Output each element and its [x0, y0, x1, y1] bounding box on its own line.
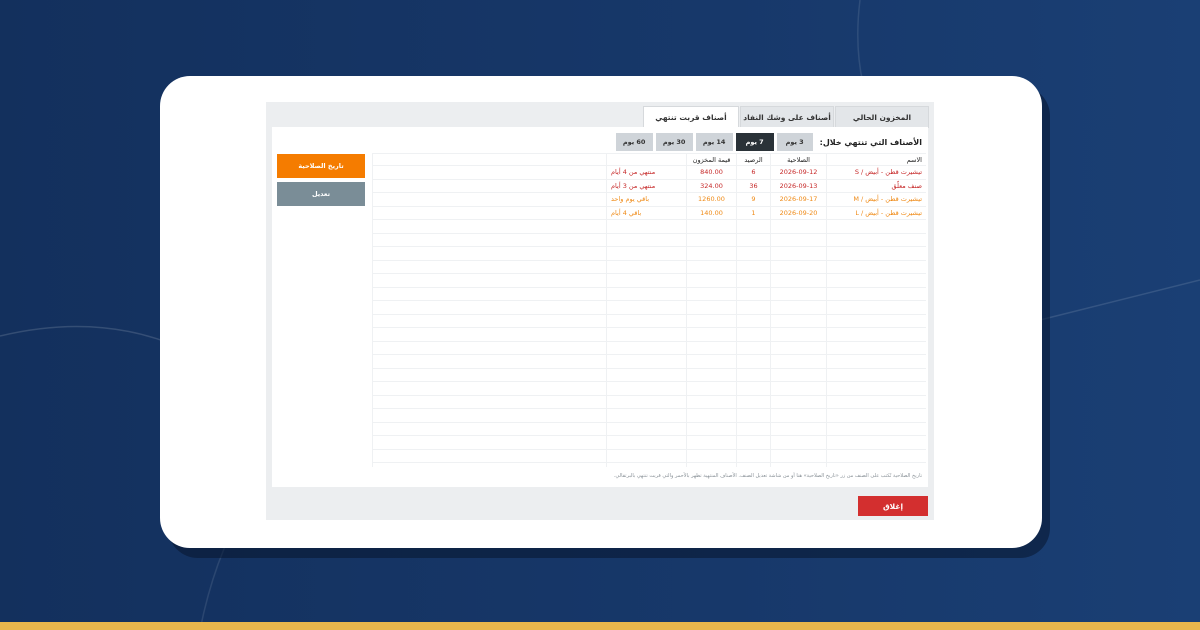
- tab-bar: المخزون الحالي أصناف على وشك النفاد أصنا…: [643, 106, 929, 128]
- tab-low-stock[interactable]: أصناف على وشك النفاد: [740, 106, 834, 128]
- empty-grid-row: [372, 327, 926, 342]
- cell-status: باقي يوم واحد: [606, 192, 687, 207]
- empty-grid-row: [372, 300, 926, 315]
- expiring-items-table: الاسم الصلاحية الرصيد قيمة المخزون تيشير…: [372, 153, 926, 467]
- inventory-dialog: المخزون الحالي أصناف على وشك النفاد أصنا…: [266, 102, 934, 520]
- empty-grid-row: [372, 313, 926, 328]
- dialog-footer: إغلاق: [266, 490, 934, 520]
- column-header-name[interactable]: الاسم: [826, 153, 926, 166]
- tab-current-stock[interactable]: المخزون الحالي: [835, 106, 929, 128]
- cell-name: تيشيرت قطن - أبيض / S: [826, 165, 926, 180]
- empty-grid-row: [372, 367, 926, 382]
- empty-grid-row: [372, 246, 926, 261]
- help-note: تاريخ الصلاحية تُكتب على الصنف من زر «تا…: [613, 473, 922, 479]
- empty-grid-row: [372, 232, 926, 247]
- filter-14-days[interactable]: 14 يوم: [695, 133, 733, 151]
- cell-expiry: 2026-09-17: [770, 192, 827, 207]
- filter-label: الأصناف التي تنتهي خلال:: [819, 137, 922, 147]
- tab-expiring-items[interactable]: أصناف قربت تنتهي: [643, 106, 739, 128]
- empty-grid-row: [372, 219, 926, 234]
- close-button[interactable]: إغلاق: [858, 496, 928, 516]
- cell-status: منتهي من 4 أيام: [606, 165, 687, 180]
- cell-status: باقي 4 أيام: [606, 205, 687, 220]
- filter-30-days[interactable]: 30 يوم: [655, 133, 693, 151]
- cell-value: 840.00: [686, 165, 737, 180]
- table-row[interactable]: صنف معلّق 2026-09-13 36 324.00 منتهي من …: [372, 178, 926, 193]
- empty-grid-row: [372, 394, 926, 409]
- filter-3-days[interactable]: 3 يوم: [776, 133, 813, 151]
- column-header-balance[interactable]: الرصيد: [736, 153, 771, 166]
- table-row[interactable]: تيشيرت قطن - أبيض / L 2026-09-20 1 140.0…: [372, 205, 926, 220]
- cell-name: صنف معلّق: [826, 178, 926, 193]
- cell-expiry: 2026-09-20: [770, 205, 827, 220]
- side-actions: تاريخ الصلاحية تعديل: [277, 154, 365, 210]
- cell-expiry: 2026-09-13: [770, 178, 827, 193]
- table-header-row: الاسم الصلاحية الرصيد قيمة المخزون: [372, 153, 926, 166]
- cell-expiry: 2026-09-12: [770, 165, 827, 180]
- cell-balance: 9: [736, 192, 771, 207]
- cell-value: 1260.00: [686, 192, 737, 207]
- cell-name: تيشيرت قطن - أبيض / L: [826, 205, 926, 220]
- empty-grid-row: [372, 340, 926, 355]
- empty-grid-row: [372, 448, 926, 463]
- table-row[interactable]: تيشيرت قطن - أبيض / S 2026-09-12 6 840.0…: [372, 165, 926, 180]
- cell-value: 324.00: [686, 178, 737, 193]
- empty-grid-row: [372, 435, 926, 450]
- empty-grid-row: [372, 462, 926, 467]
- empty-grid-row: [372, 381, 926, 396]
- cell-balance: 1: [736, 205, 771, 220]
- cell-balance: 36: [736, 178, 771, 193]
- empty-grid-row: [372, 259, 926, 274]
- column-header-spacer: [372, 153, 607, 166]
- column-header-stock-value[interactable]: قيمة المخزون: [686, 153, 737, 166]
- cell-balance: 6: [736, 165, 771, 180]
- empty-grid-row: [372, 408, 926, 423]
- table-row[interactable]: تيشيرت قطن - أبيض / M 2026-09-17 9 1260.…: [372, 192, 926, 207]
- filter-7-days[interactable]: 7 يوم: [735, 133, 774, 151]
- edit-button[interactable]: تعديل: [277, 182, 365, 206]
- cell-name: تيشيرت قطن - أبيض / M: [826, 192, 926, 207]
- cell-value: 140.00: [686, 205, 737, 220]
- cell-status: منتهي من 3 أيام: [606, 178, 687, 193]
- column-header-status: [606, 153, 687, 166]
- column-header-expiry[interactable]: الصلاحية: [770, 153, 827, 166]
- expiry-filter: الأصناف التي تنتهي خلال: 3 يوم 7 يوم 14 …: [615, 132, 922, 152]
- tab-panel: الأصناف التي تنتهي خلال: 3 يوم 7 يوم 14 …: [272, 127, 928, 487]
- empty-rows: [372, 219, 926, 467]
- empty-grid-row: [372, 421, 926, 436]
- bottom-accent-strip: [0, 622, 1200, 630]
- filter-60-days[interactable]: 60 يوم: [615, 133, 653, 151]
- empty-grid-row: [372, 286, 926, 301]
- empty-grid-row: [372, 273, 926, 288]
- empty-grid-row: [372, 354, 926, 369]
- expiry-date-button[interactable]: تاريخ الصلاحية: [277, 154, 365, 178]
